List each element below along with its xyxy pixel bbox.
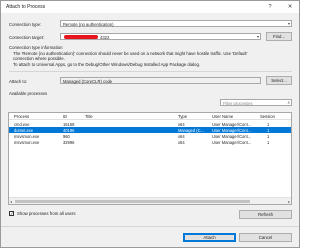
available-processes-label: Available processes (9, 91, 48, 96)
process-type: x64 (178, 139, 185, 145)
process-type: x64 (178, 133, 185, 139)
column-header-user-name[interactable]: User Name (212, 114, 233, 119)
show-all-users-checkbox[interactable]: ✓ (9, 211, 14, 216)
connection-target-value: 4322 (100, 34, 110, 40)
column-header-session[interactable]: Session (260, 114, 275, 119)
process-name: msvsmon.exe (14, 139, 40, 145)
connection-target-input[interactable]: 4322 ▾ (60, 33, 261, 40)
refresh-button[interactable]: Refresh (239, 210, 292, 219)
process-table: Process ID Title Type User Name Session … (8, 112, 292, 205)
process-id: 32996 (63, 139, 75, 145)
filter-placeholder: Filter processes (223, 100, 253, 106)
table-row[interactable]: msvsmon.exe 32996 x64 User Manager\Cont.… (9, 139, 291, 145)
process-name: dotnet.exe (14, 127, 34, 133)
dialog-title: Attach to Process (6, 4, 46, 10)
column-header-title[interactable]: Title (85, 114, 93, 119)
scroll-left-icon[interactable]: ◂ (10, 199, 12, 204)
scroll-right-icon[interactable]: ▸ (288, 199, 290, 204)
process-name: msvsmon.exe (14, 133, 40, 139)
process-id: 40196 (63, 127, 75, 133)
process-id: 960 (63, 133, 70, 139)
help-button[interactable]: ? (263, 2, 277, 12)
close-button[interactable]: ✕ (283, 2, 297, 12)
process-user: User Manager\Cont... (212, 133, 252, 139)
filter-processes-input[interactable]: Filter processes ⌕ (220, 99, 292, 106)
search-icon: ⌕ (287, 100, 290, 105)
table-header: Process ID Title Type User Name Session (9, 113, 291, 120)
redaction-mark (64, 35, 98, 39)
connection-info-line-2: connection where possible. (13, 56, 65, 61)
select-button[interactable]: Select... (266, 76, 292, 85)
divider (9, 71, 292, 72)
process-name: cmd.exe (14, 121, 30, 127)
process-user: User Manager\Cont... (212, 127, 252, 133)
process-user: User Manager\Cont... (212, 139, 252, 145)
show-all-users-label: Show processes from all users (17, 211, 76, 216)
process-user: User Manager\Cont... (212, 121, 252, 127)
process-session: 1 (267, 133, 270, 139)
process-session: 1 (267, 139, 270, 145)
process-type: Managed (C... (178, 127, 204, 133)
connection-type-label: Connection type: (9, 22, 42, 27)
connection-target-label: Connection target: (9, 35, 45, 40)
column-header-type[interactable]: Type (178, 114, 187, 119)
attach-to-field: Managed (CoreCLR) code (60, 77, 261, 84)
horizontal-scrollbar[interactable]: ◂ ▸ (9, 197, 291, 204)
title-bar: Attach to Process ? ✕ (1, 1, 299, 13)
column-header-process[interactable]: Process (14, 114, 29, 119)
process-session: 1 (267, 127, 270, 133)
cancel-button[interactable]: Cancel (239, 233, 292, 242)
attach-to-value: Managed (CoreCLR) code (63, 78, 113, 84)
connection-info-line-3: To attach to Universal Apps, go to the D… (13, 62, 201, 67)
column-header-id[interactable]: ID (63, 114, 67, 119)
chevron-down-icon: ▾ (287, 21, 290, 27)
chevron-down-icon: ▾ (256, 34, 259, 40)
attach-button[interactable]: Attach (183, 233, 236, 242)
attach-to-label: Attach to: (9, 79, 28, 84)
process-type: x64 (178, 121, 185, 127)
find-button[interactable]: Find... (266, 32, 292, 41)
attach-to-process-dialog: Attach to Process ? ✕ Connection type: R… (0, 0, 300, 248)
process-id: 15168 (63, 121, 75, 127)
process-session: 1 (267, 121, 270, 127)
connection-type-dropdown[interactable]: Remote (no authentication) ▾ (60, 20, 292, 27)
scrollbar-thumb[interactable] (15, 200, 250, 203)
connection-type-value: Remote (no authentication) (63, 21, 114, 27)
divider (1, 226, 299, 227)
connection-info-heading: Connection type information (9, 45, 63, 50)
